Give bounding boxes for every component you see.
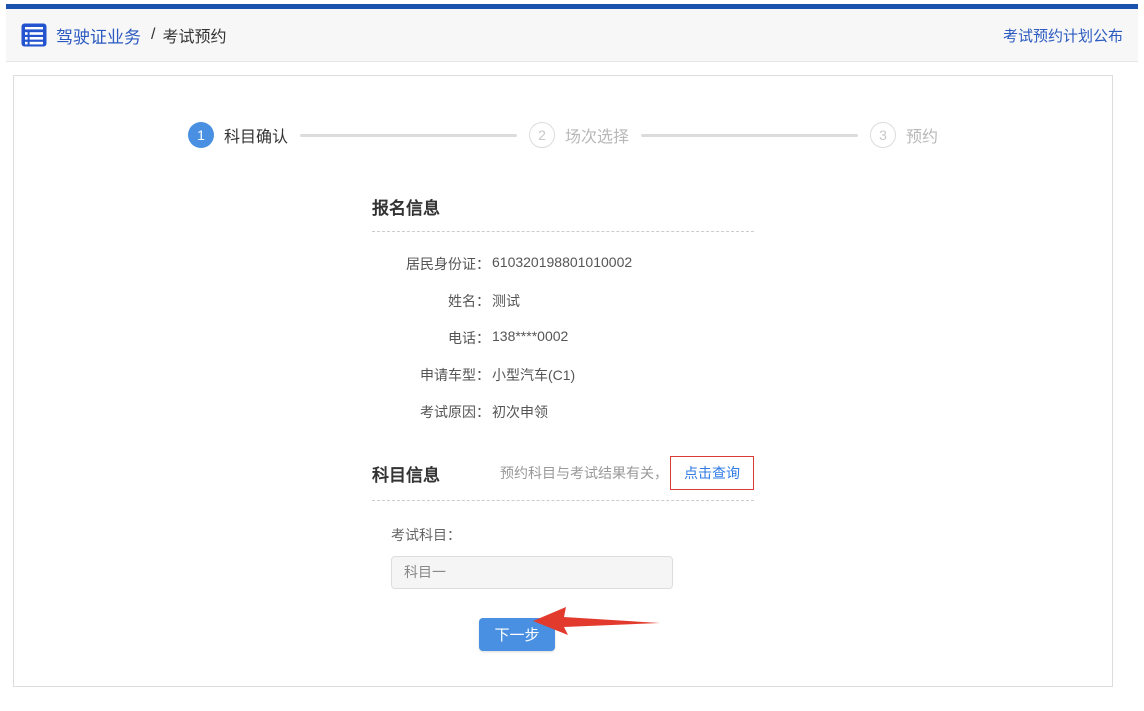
header-actions: 考试预约计划公布 [1003, 25, 1123, 46]
field-vehicle-type: 申请车型： 小型汽车(C1) [372, 365, 754, 385]
step-1-circle: 1 [188, 122, 214, 148]
field-value: 610320198801010002 [492, 254, 632, 274]
step-appointment: 3 预约 [870, 122, 938, 148]
field-label: 考试原因： [372, 402, 490, 422]
field-label: 电话： [372, 328, 490, 348]
step-1-label: 科目确认 [224, 123, 288, 147]
exam-subject-label: 考试科目： [391, 525, 754, 545]
field-id-number: 居民身份证： 610320198801010002 [372, 254, 754, 274]
button-row: 下一步 [479, 618, 754, 651]
registration-section-header: 报名信息 [372, 194, 754, 232]
subject-title: 科目信息 [372, 461, 440, 486]
field-phone: 电话： 138****0002 [372, 328, 754, 348]
step-connector [300, 134, 517, 137]
step-connector [641, 134, 858, 137]
step-2-circle: 2 [529, 122, 555, 148]
subject-section-header: 科目信息 预约科目与考试结果有关， 点击查询 [372, 456, 754, 501]
main-card: 1 科目确认 2 场次选择 3 预约 报名信息 居 [13, 75, 1113, 687]
field-label: 居民身份证： [372, 254, 490, 274]
content-column: 报名信息 居民身份证： 610320198801010002 姓名： 测试 电话… [372, 194, 754, 651]
step-session-select: 2 场次选择 [529, 122, 629, 148]
page: 驾驶证业务 / 考试预约 考试预约计划公布 1 科目确认 2 场次选择 3 预约 [0, 0, 1144, 711]
registration-fields: 居民身份证： 610320198801010002 姓名： 测试 电话： 138… [372, 254, 754, 422]
breadcrumb-section[interactable]: 驾驶证业务 [56, 23, 141, 48]
breadcrumb-separator: / [151, 26, 155, 44]
next-step-button[interactable]: 下一步 [479, 618, 555, 651]
field-value: 小型汽车(C1) [492, 365, 575, 385]
header-bar: 驾驶证业务 / 考试预约 考试预约计划公布 [6, 4, 1138, 62]
step-2-label: 场次选择 [565, 123, 629, 147]
field-exam-reason: 考试原因： 初次申领 [372, 402, 754, 422]
breadcrumb: 驾驶证业务 / 考试预约 [21, 23, 226, 48]
field-value: 138****0002 [492, 328, 568, 348]
field-label: 申请车型： [372, 365, 490, 385]
query-link[interactable]: 点击查询 [684, 465, 740, 481]
exam-plan-link[interactable]: 考试预约计划公布 [1003, 28, 1123, 45]
list-icon [21, 23, 47, 47]
field-value: 测试 [492, 291, 520, 311]
registration-section: 报名信息 居民身份证： 610320198801010002 姓名： 测试 电话… [372, 194, 754, 422]
subject-section: 科目信息 预约科目与考试结果有关， 点击查询 考试科目： 科目一 下一步 [372, 456, 754, 651]
step-subject-confirm: 1 科目确认 [188, 122, 288, 148]
exam-subject-input[interactable]: 科目一 [391, 556, 673, 589]
registration-title: 报名信息 [372, 199, 440, 218]
field-label: 姓名： [372, 291, 490, 311]
exam-subject-field: 考试科目： 科目一 [391, 525, 754, 589]
field-name: 姓名： 测试 [372, 291, 754, 311]
breadcrumb-current: 考试预约 [162, 23, 226, 47]
annotation-highlight-box: 点击查询 [670, 456, 754, 490]
subject-note: 预约科目与考试结果有关， [500, 463, 668, 483]
step-3-label: 预约 [906, 123, 938, 147]
stepper: 1 科目确认 2 场次选择 3 预约 [188, 122, 938, 148]
step-3-circle: 3 [870, 122, 896, 148]
field-value: 初次申领 [492, 402, 548, 422]
